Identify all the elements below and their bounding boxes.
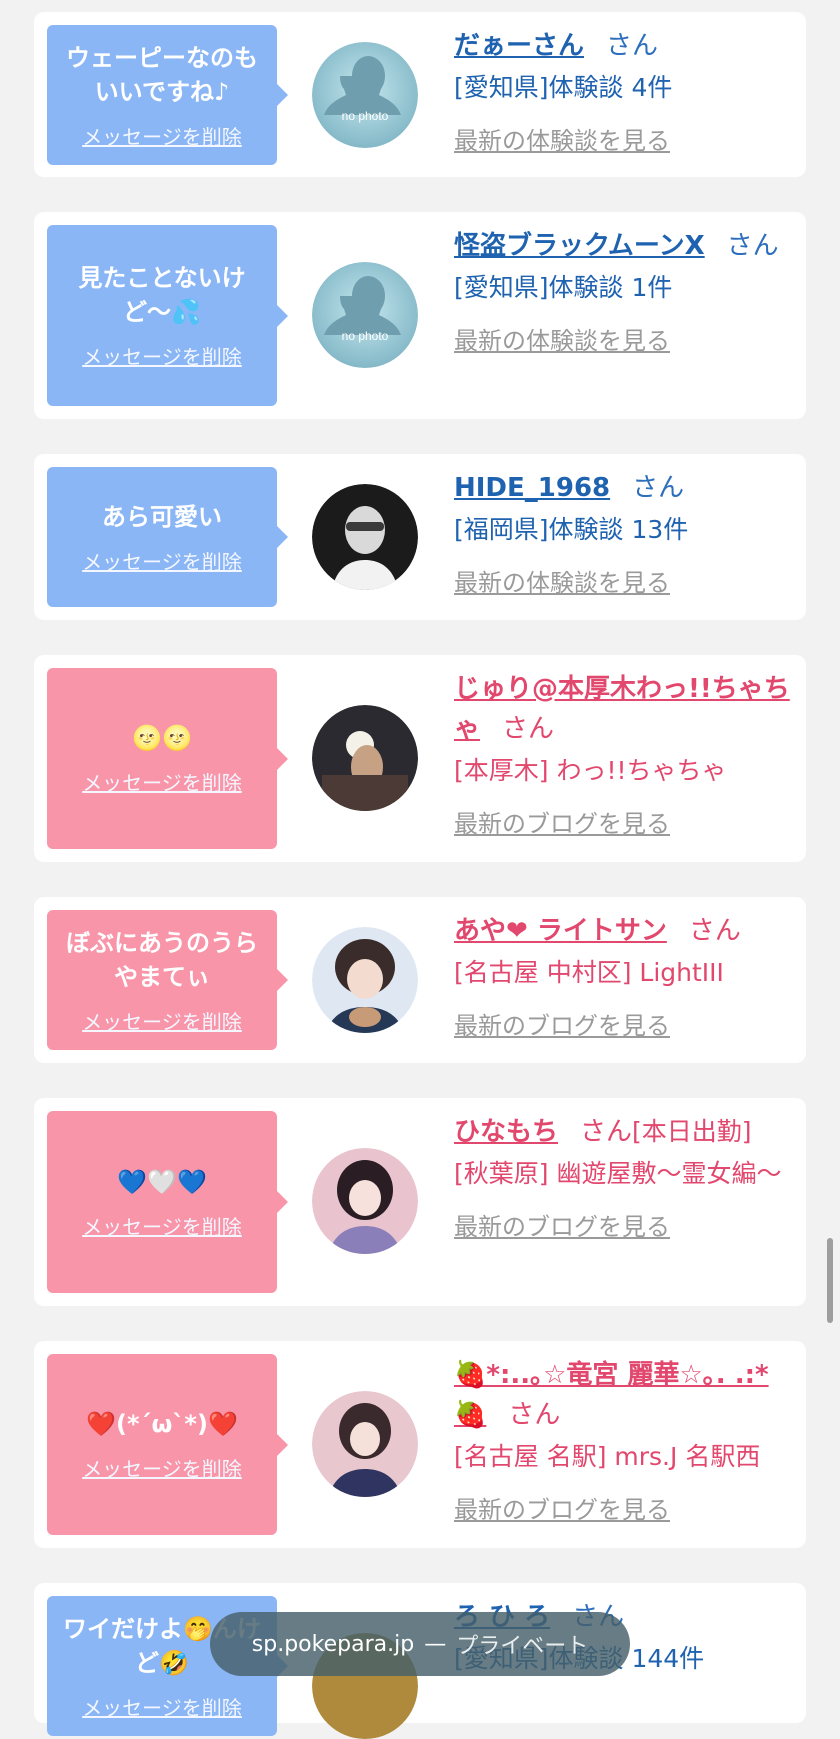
scrollbar[interactable]: [827, 1238, 833, 1323]
honorific: さん: [606, 31, 659, 61]
delete-message-link[interactable]: メッセージを削除: [82, 546, 242, 575]
avatar[interactable]: [312, 927, 418, 1033]
user-info: ひなもち さん[本日出勤] [秋葉原] 幽遊屋敷〜霊女編〜 最新のブログを見る: [454, 1112, 799, 1244]
latest-link[interactable]: 最新のブログを見る: [454, 1009, 670, 1043]
message-card: 💙🤍💙 メッセージを削除 ひなもち さん[本日出勤] [秋葉原] 幽遊屋敷〜霊女編…: [34, 1098, 806, 1306]
delete-message-link[interactable]: メッセージを削除: [82, 767, 242, 796]
user-photo-avatar-icon: [312, 484, 418, 590]
avatar[interactable]: [312, 1391, 418, 1497]
user-info: だぁーさん さん [愛知県]体験談 4件 最新の体験談を見る: [454, 26, 799, 158]
avatar[interactable]: [312, 484, 418, 590]
user-detail: [本厚木] わっ!!ちゃちゃ: [454, 756, 727, 785]
message-text: あら可愛い: [102, 502, 222, 531]
avatar[interactable]: [312, 705, 418, 811]
browser-url-bar[interactable]: sp.pokepara.jp — プライベート: [210, 1612, 630, 1676]
message-text: 見たことないけど〜💦: [78, 264, 246, 326]
no-photo-label: no photo: [342, 329, 389, 343]
message-text: ❤️(*´ω`*)❤️: [86, 1410, 238, 1438]
message-text: ぼぶにあうのうらやまてぃ: [66, 928, 258, 991]
latest-link[interactable]: 最新の体験談を見る: [454, 124, 670, 158]
message-card: あら可愛い メッセージを削除 HIDE_1968 さん [福岡県]体験談 13件 …: [34, 454, 806, 620]
user-detail: [愛知県]体験談 1件: [454, 273, 673, 302]
private-mode-label: プライベート: [456, 1634, 589, 1659]
avatar[interactable]: no photo: [312, 262, 418, 368]
user-detail: [名古屋 中村区] LightIII: [454, 958, 724, 987]
url-separator: —: [424, 1631, 447, 1657]
avatar[interactable]: no photo: [312, 42, 418, 148]
message-bubble: ❤️(*´ω`*)❤️ メッセージを削除: [47, 1354, 288, 1535]
honorific: さん: [508, 1400, 561, 1430]
user-photo-avatar-icon: [312, 1391, 418, 1497]
message-bubble: あら可愛い メッセージを削除: [47, 467, 288, 607]
latest-link[interactable]: 最新の体験談を見る: [454, 324, 670, 358]
honorific: さん: [580, 1117, 633, 1147]
message-bubble: ぼぶにあうのうらやまてぃ メッセージを削除: [47, 910, 288, 1050]
message-card: 🌝🌝 メッセージを削除 じゅり@本厚木わっ!!ちゃちゃ さん [本厚木] わっ!!…: [34, 655, 806, 862]
user-name-link[interactable]: 🍓*:..｡☆竜宮 麗華☆｡. .:*🍓: [454, 1360, 769, 1430]
honorific: さん: [632, 473, 685, 503]
user-detail: [名古屋 名駅] mrs.J 名駅西: [454, 1442, 761, 1471]
user-photo-avatar-icon: [312, 1148, 418, 1254]
latest-link[interactable]: 最新のブログを見る: [454, 1493, 670, 1527]
message-bubble: ウェーピーなのも いいですね♪ メッセージを削除: [47, 25, 288, 165]
message-text: ウェーピーなのも いいですね♪: [66, 43, 258, 106]
message-card: 見たことないけど〜💦 メッセージを削除 no photo 怪盗ブラックムーンX さ…: [34, 212, 806, 419]
message-text: 💙🤍💙: [117, 1167, 207, 1196]
message-bubble: 💙🤍💙 メッセージを削除: [47, 1111, 288, 1293]
no-photo-avatar-icon: no photo: [312, 262, 418, 368]
latest-link[interactable]: 最新のブログを見る: [454, 807, 670, 841]
message-card: ウェーピーなのも いいですね♪ メッセージを削除 no photo だぁーさんさ…: [34, 12, 806, 177]
delete-message-link[interactable]: メッセージを削除: [82, 1211, 242, 1240]
user-detail: [福岡県]体験談 13件: [454, 515, 689, 544]
user-name-link[interactable]: 怪盗ブラックムーンX: [454, 231, 705, 261]
avatar[interactable]: [312, 1148, 418, 1254]
no-photo-avatar-icon: no photo: [312, 42, 418, 148]
user-name-link[interactable]: HIDE_1968: [454, 473, 610, 503]
user-info: 🍓*:..｡☆竜宮 麗華☆｡. .:*🍓 さん [名古屋 名駅] mrs.J 名駅…: [454, 1355, 799, 1527]
user-photo-avatar-icon: [312, 927, 418, 1033]
message-card: ❤️(*´ω`*)❤️ メッセージを削除 🍓*:..｡☆竜宮 麗華☆｡. .:*…: [34, 1341, 806, 1548]
user-detail: [愛知県]体験談 4件: [454, 73, 673, 102]
user-info: あや❤ ライトサン さん [名古屋 中村区] LightIII 最新のブログを見る: [454, 911, 799, 1043]
user-info: 怪盗ブラックムーンX さん [愛知県]体験談 1件 最新の体験談を見る: [454, 226, 799, 358]
honorific: さん: [726, 231, 779, 261]
user-name-link[interactable]: ひなもち: [454, 1117, 558, 1147]
message-bubble: 🌝🌝 メッセージを削除: [47, 668, 288, 849]
delete-message-link[interactable]: メッセージを削除: [82, 1006, 242, 1035]
user-name-link[interactable]: あや❤ ライトサン: [454, 916, 667, 946]
user-detail: [秋葉原] 幽遊屋敷〜霊女編〜: [454, 1159, 782, 1188]
message-card: ぼぶにあうのうらやまてぃ メッセージを削除 あや❤ ライトサン さん [名古屋 中…: [34, 897, 806, 1063]
message-text: 🌝🌝: [132, 724, 192, 752]
honorific: さん: [502, 714, 555, 744]
delete-message-link[interactable]: メッセージを削除: [82, 1453, 242, 1482]
work-status: [本日出勤]: [632, 1117, 752, 1146]
user-name-link[interactable]: だぁーさん: [454, 31, 584, 61]
delete-message-link[interactable]: メッセージを削除: [82, 341, 242, 370]
honorific: さん: [688, 916, 741, 946]
message-bubble: 見たことないけど〜💦 メッセージを削除: [47, 225, 288, 406]
user-info: HIDE_1968 さん [福岡県]体験談 13件 最新の体験談を見る: [454, 468, 799, 600]
url-text: sp.pokepara.jp: [251, 1631, 415, 1657]
delete-message-link[interactable]: メッセージを削除: [82, 1692, 242, 1721]
user-photo-avatar-icon: [312, 705, 418, 811]
user-info: じゅり@本厚木わっ!!ちゃちゃ さん [本厚木] わっ!!ちゃちゃ 最新のブログを…: [454, 669, 799, 841]
latest-link[interactable]: 最新の体験談を見る: [454, 566, 670, 600]
delete-message-link[interactable]: メッセージを削除: [82, 121, 242, 150]
latest-link[interactable]: 最新のブログを見る: [454, 1210, 670, 1244]
no-photo-label: no photo: [342, 109, 389, 123]
